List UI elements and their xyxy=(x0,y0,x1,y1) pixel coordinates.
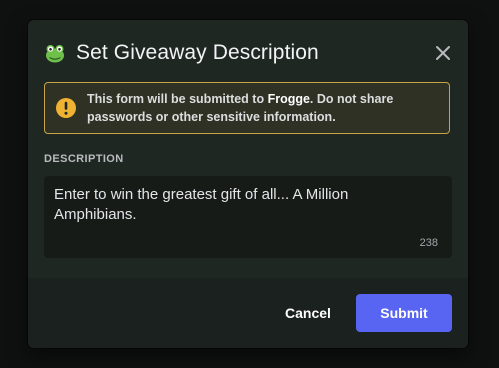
close-icon xyxy=(436,46,450,60)
modal-header: Set Giveaway Description xyxy=(44,38,452,68)
warning-icon xyxy=(56,98,76,118)
description-label: DESCRIPTION xyxy=(44,153,124,165)
cancel-button[interactable]: Cancel xyxy=(278,294,338,332)
giveaway-modal: Set Giveaway Description This form will … xyxy=(28,20,468,348)
submit-button[interactable]: Submit xyxy=(356,294,452,332)
description-textarea[interactable]: Enter to win the greatest gift of all...… xyxy=(44,176,452,258)
frog-icon xyxy=(46,45,64,63)
close-button[interactable] xyxy=(432,42,454,64)
char-count: 238 xyxy=(419,237,438,249)
notice-text-prefix: This form will be submitted to xyxy=(87,92,268,106)
notice-text: This form will be submitted to Frogge. D… xyxy=(87,90,437,126)
description-value[interactable]: Enter to win the greatest gift of all...… xyxy=(54,185,434,225)
notice-brand: Frogge xyxy=(267,92,310,106)
modal-title: Set Giveaway Description xyxy=(76,41,319,64)
modal-footer: Cancel Submit xyxy=(28,278,468,348)
warning-notice: This form will be submitted to Frogge. D… xyxy=(44,82,450,134)
